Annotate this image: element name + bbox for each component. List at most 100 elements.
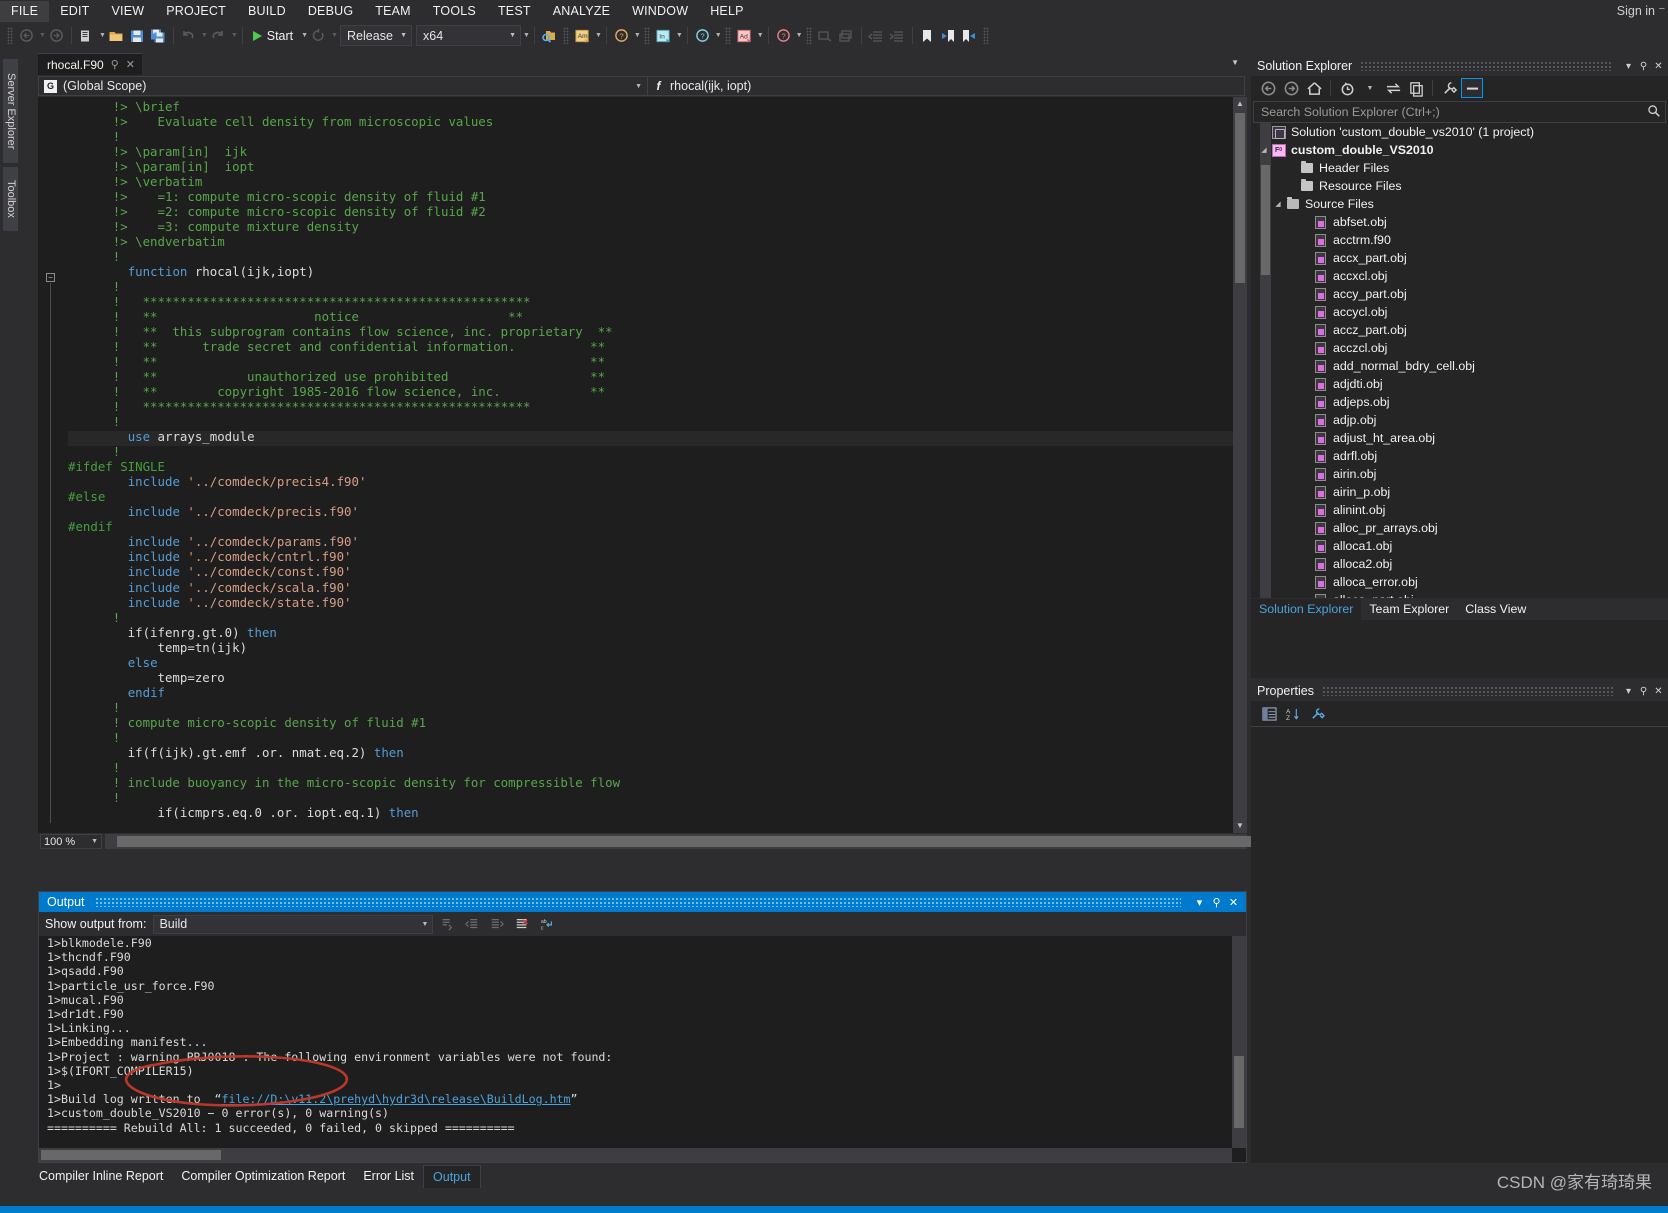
ad-caret[interactable]: ▼ (757, 32, 764, 39)
collapse-region-toggle[interactable]: − (46, 273, 55, 282)
tab-output[interactable]: Output (423, 1164, 481, 1188)
prev-bookmark-icon[interactable] (938, 25, 959, 46)
tree-item-file[interactable]: accz_part.obj (1251, 321, 1668, 339)
member-combo[interactable]: f rhocal(ijk, iopt) (648, 76, 1245, 96)
decrease-indent-icon[interactable] (866, 25, 887, 46)
help-question-3-icon[interactable]: ? (773, 25, 794, 46)
output-source-combo[interactable]: Build ▼ (153, 914, 434, 934)
forward-icon[interactable] (1280, 78, 1302, 98)
scope-combo[interactable]: G (Global Scope) ▼ (38, 76, 648, 96)
tree-item-file[interactable]: abfset.obj (1251, 213, 1668, 231)
pending-changes-icon[interactable] (1336, 78, 1358, 98)
clear-all-icon[interactable] (511, 914, 533, 934)
help-question-caret[interactable]: ▼ (634, 32, 641, 39)
search-icon[interactable] (1647, 104, 1661, 121)
document-tab-rhocal[interactable]: rhocal.F90 ⚲ ✕ (38, 53, 142, 75)
navigate-backward-caret[interactable]: ▼ (39, 32, 46, 39)
menu-item-project[interactable]: PROJECT (155, 1, 237, 22)
am-caret[interactable]: ▼ (595, 32, 602, 39)
toolbar-grip[interactable] (7, 27, 13, 44)
pending-changes-caret[interactable]: ▼ (1359, 78, 1381, 98)
output-close-icon[interactable]: ✕ (1225, 896, 1242, 909)
build-log-link[interactable]: file://D:\v11.2\prehyd\hydr3d\release\Bu… (222, 1092, 571, 1106)
goto-message-icon[interactable] (436, 914, 458, 934)
tree-item-file[interactable]: acctrm.f90 (1251, 231, 1668, 249)
menu-item-build[interactable]: BUILD (237, 1, 297, 22)
menu-item-window[interactable]: WINDOW (621, 1, 699, 22)
home-icon[interactable] (1303, 78, 1325, 98)
back-icon[interactable] (1257, 78, 1279, 98)
search-solution-explorer-input[interactable]: Search Solution Explorer (Ctrl+;) (1253, 101, 1666, 123)
tree-item-file[interactable]: add_normal_bdry_cell.obj (1251, 357, 1668, 375)
categorized-icon[interactable] (1259, 704, 1279, 723)
toolbar-grip[interactable] (643, 27, 650, 44)
tree-item-file[interactable]: alloc_pr_arrays.obj (1251, 519, 1668, 537)
toolbar-grip[interactable] (562, 27, 569, 44)
code-editor-surface[interactable]: − !> \brief !> Evaluate cell density fro… (38, 97, 1247, 833)
show-all-files-icon[interactable] (1405, 78, 1427, 98)
open-file-icon[interactable] (106, 25, 127, 46)
scroll-up-icon[interactable]: ▲ (1233, 97, 1247, 111)
tree-item-file[interactable]: adjdti.obj (1251, 375, 1668, 393)
save-icon[interactable] (127, 25, 148, 46)
output-text-area[interactable]: 1>blkmodele.F90 1>thcndf.F90 1>qsadd.F90 1>… (39, 936, 1246, 1162)
tree-item-file[interactable]: adjp.obj (1251, 411, 1668, 429)
tab-error-list[interactable]: Error List (354, 1165, 423, 1187)
navigate-forward-icon[interactable] (46, 25, 67, 46)
comment-selection-icon[interactable] (815, 25, 836, 46)
tree-item-file[interactable]: accycl.obj (1251, 303, 1668, 321)
tree-item-header-files[interactable]: Header Files (1251, 159, 1668, 177)
property-pages-icon[interactable] (1307, 704, 1327, 723)
collapse-all-icon[interactable] (1461, 78, 1483, 98)
properties-close-icon[interactable]: ✕ (1651, 686, 1666, 697)
tab-team-explorer[interactable]: Team Explorer (1361, 599, 1457, 620)
editor-horizontal-scrollbar[interactable] (105, 834, 1257, 849)
tree-item-file[interactable]: accx_part.obj (1251, 249, 1668, 267)
expand-toggle-icon[interactable]: ◢ (1257, 146, 1271, 154)
se-dropdown-icon[interactable]: ▾ (1621, 61, 1636, 72)
sign-in-link[interactable]: Sign in (1617, 4, 1655, 18)
in-caret[interactable]: ▼ (676, 32, 683, 39)
output-drag-dots[interactable] (94, 897, 1181, 907)
output-horizontal-scrollbar[interactable] (39, 1148, 1232, 1162)
tab-compiler-inline-report[interactable]: Compiler Inline Report (30, 1165, 172, 1187)
menu-item-debug[interactable]: DEBUG (297, 1, 364, 22)
solution-explorer-drag-dots[interactable] (1360, 61, 1613, 71)
tab-class-view[interactable]: Class View (1457, 599, 1534, 620)
increase-indent-icon[interactable] (887, 25, 908, 46)
se-pin-icon[interactable]: ⚲ (1636, 61, 1651, 72)
start-caret[interactable]: ▼ (301, 32, 308, 39)
find-in-files-icon[interactable] (539, 25, 560, 46)
toolbar-grip[interactable] (982, 27, 989, 44)
tree-item-resource-files[interactable]: Resource Files (1251, 177, 1668, 195)
tree-item-file[interactable]: adrfl.obj (1251, 447, 1668, 465)
menu-item-file[interactable]: FILE (0, 0, 50, 22)
tree-item-file[interactable]: alloca1.obj (1251, 537, 1668, 555)
tree-item-file[interactable]: alloca2.obj (1251, 555, 1668, 573)
sidebar-item-server-explorer[interactable]: Server Explorer (3, 59, 18, 163)
save-all-icon[interactable] (148, 25, 169, 46)
zoom-level-combo[interactable]: 100 % ▼ (40, 834, 102, 849)
tab-solution-explorer[interactable]: Solution Explorer (1251, 599, 1362, 620)
sidebar-item-toolbox[interactable]: Toolbox (3, 167, 18, 231)
new-project-icon[interactable] (76, 25, 97, 46)
editor-hscroll-thumb[interactable] (117, 836, 1257, 847)
next-message-icon[interactable] (486, 914, 508, 934)
tab-compiler-optimization-report[interactable]: Compiler Optimization Report (172, 1165, 354, 1187)
tree-item-file[interactable]: accxcl.obj (1251, 267, 1668, 285)
uncomment-selection-icon[interactable] (836, 25, 857, 46)
solution-configuration-combo[interactable]: Release ▼ (340, 25, 413, 46)
undo-caret[interactable]: ▼ (201, 32, 208, 39)
properties-pin-icon[interactable]: ⚲ (1636, 686, 1651, 697)
next-bookmark-icon[interactable] (959, 25, 980, 46)
tree-item-file[interactable]: adjeps.obj (1251, 393, 1668, 411)
menu-item-test[interactable]: TEST (487, 1, 542, 22)
toolbar-grip[interactable] (805, 27, 812, 44)
pin-icon[interactable]: ⚲ (111, 58, 119, 71)
menu-item-tools[interactable]: TOOLS (422, 1, 487, 22)
solution-platform-combo[interactable]: x64 ▼ (416, 25, 522, 46)
tree-item-file[interactable]: alloca_error.obj (1251, 573, 1668, 591)
platform-extra-caret[interactable]: ▼ (523, 32, 530, 39)
output-hscroll-thumb[interactable] (41, 1150, 221, 1160)
tree-item-solution[interactable]: Solution 'custom_double_vs2010' (1 proje… (1251, 123, 1668, 141)
